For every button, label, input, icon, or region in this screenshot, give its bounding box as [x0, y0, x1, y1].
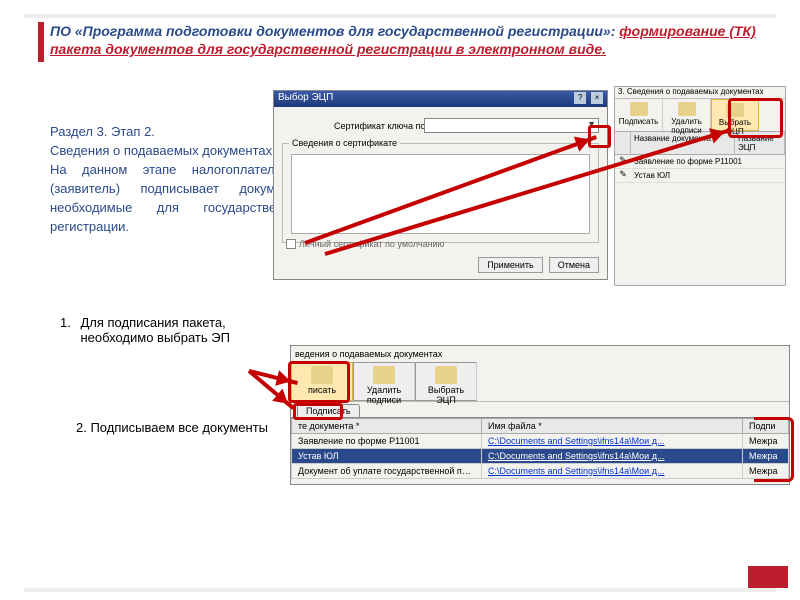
cell-doc: Устав ЮЛ: [292, 449, 482, 464]
sign-button[interactable]: Подписать: [615, 99, 663, 131]
decorative-top-bar: [24, 14, 776, 18]
apply-button[interactable]: Применить: [478, 257, 543, 273]
desc-l2: Сведения о подаваемых документах.: [50, 143, 276, 158]
window-controls: ? ×: [572, 92, 603, 106]
wide-toolbar: писать Удалить подписи Выбрать ЭЦП: [291, 362, 789, 402]
row-text: Заявление по форме Р11001: [631, 155, 785, 168]
col-file[interactable]: Имя файла *: [482, 419, 743, 434]
delete-sigs-button[interactable]: Удалить подписи: [663, 99, 711, 131]
table-row[interactable]: ✎Устав ЮЛ: [615, 169, 785, 183]
cell-file[interactable]: C:\Documents and Settings\ifns14a\Мои д.…: [482, 449, 743, 464]
step-1-text: 1. Для подписания пакета, необходимо выб…: [60, 315, 310, 345]
red-accent-tick: [38, 22, 44, 62]
dialog-titlebar[interactable]: Выбор ЭЦП ? ×: [274, 91, 607, 107]
description-text: Раздел 3. Этап 2. Сведения о подаваемых …: [50, 122, 305, 236]
step1-num: 1.: [60, 315, 71, 330]
close-icon[interactable]: ×: [591, 92, 603, 104]
slide-title: ПО «Программа подготовки документов для …: [50, 22, 770, 58]
checkbox-icon: [286, 239, 296, 249]
highlight-select-ecp: [728, 98, 783, 138]
help-icon[interactable]: ?: [574, 92, 586, 104]
table-row[interactable]: Устав ЮЛC:\Documents and Settings\ifns14…: [292, 449, 789, 464]
col-doc[interactable]: те документа *: [292, 419, 482, 434]
group-label: Сведения о сертификате: [289, 138, 400, 148]
select-ecp-icon: [435, 366, 457, 384]
cell-file[interactable]: C:\Documents and Settings\ifns14a\Мои д.…: [482, 434, 743, 449]
step1-body: Для подписания пакета, необходимо выбрат…: [80, 315, 290, 345]
cell-doc: Заявление по форме Р11001: [292, 434, 482, 449]
red-accent-box: [748, 566, 788, 588]
cancel-button[interactable]: Отмена: [549, 257, 599, 273]
sign-icon: [630, 102, 648, 116]
cell-doc: Документ об уплате государственной пошли…: [292, 464, 482, 479]
step-2-text: 2. Подписываем все документы: [76, 420, 306, 435]
documents-panel-wide: ведения о подаваемых документах писать У…: [290, 345, 790, 485]
table-row[interactable]: Документ об уплате государственной пошли…: [292, 464, 789, 479]
title-line1: ПО «Программа подготовки документов для …: [50, 23, 619, 39]
delete-icon: [373, 366, 395, 384]
lbl: Удалить подписи: [367, 385, 401, 405]
doc-icon: ✎: [615, 169, 631, 182]
select-ecp-button[interactable]: Выбрать ЭЦП: [415, 362, 477, 401]
table-header-row: те документа * Имя файла * Подпи: [292, 419, 789, 434]
desc-l3: На данном этапе налогоплательщик (заявит…: [50, 162, 305, 234]
cert-combobox[interactable]: [424, 118, 599, 133]
delete-sigs-button[interactable]: Удалить подписи: [353, 362, 415, 401]
desc-l1: Раздел 3. Этап 2.: [50, 124, 155, 139]
documents-table: те документа * Имя файла * Подпи Заявлен…: [291, 418, 789, 479]
row-text: Устав ЮЛ: [631, 169, 785, 182]
dialog-title: Выбор ЭЦП: [278, 92, 333, 106]
decorative-bottom-bar: [24, 588, 776, 592]
delete-icon: [678, 102, 696, 116]
highlight-signature-column: [754, 417, 794, 482]
panel-caption: ведения о подаваемых документах: [291, 346, 789, 362]
lbl: Выбрать ЭЦП: [428, 385, 464, 405]
highlight-sign-tab: [293, 403, 343, 420]
cell-file[interactable]: C:\Documents and Settings\ifns14a\Мои д.…: [482, 464, 743, 479]
sign-lbl: Подписать: [619, 117, 659, 126]
table-row[interactable]: Заявление по форме Р11001C:\Documents an…: [292, 434, 789, 449]
